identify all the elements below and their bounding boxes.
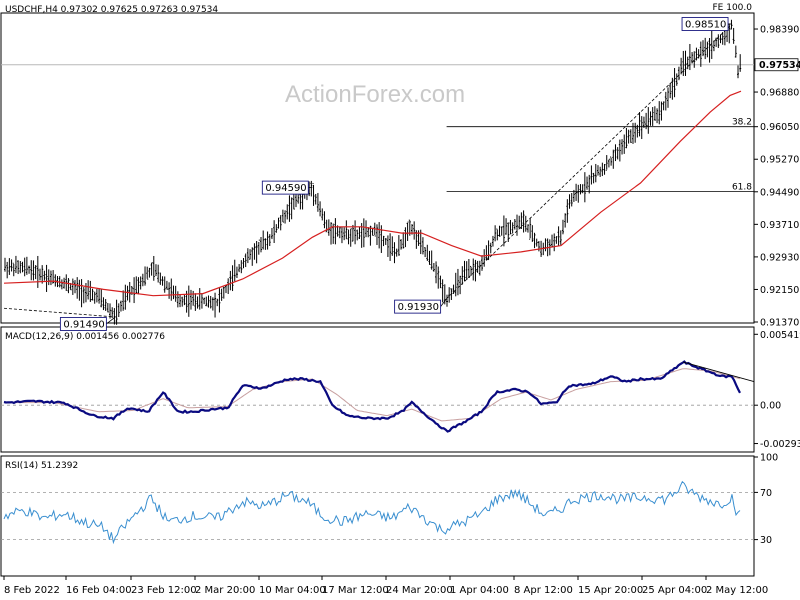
x-tick-label-10: 25 Apr 04:00 bbox=[642, 585, 707, 596]
x-tick-label-4: 10 Mar 04:00 bbox=[259, 585, 326, 596]
rsi-panel-frame bbox=[0, 455, 755, 577]
x-tick-label-5: 17 Mar 12:00 bbox=[322, 585, 389, 596]
x-tick-label-9: 15 Apr 20:00 bbox=[578, 585, 643, 596]
price-tick-label-8: 0.91370 bbox=[760, 318, 799, 329]
price-tick-label-5: 0.93710 bbox=[760, 220, 799, 231]
price-tick-label-6: 0.92930 bbox=[760, 252, 799, 263]
fib-label-2: 61.8 bbox=[732, 182, 752, 192]
macd-tick-label-2: -0.00293 bbox=[760, 439, 800, 450]
price-tick-label-2: 0.96050 bbox=[760, 122, 799, 133]
fib-label-1: 38.2 bbox=[732, 118, 752, 128]
rsi-layer bbox=[1, 480, 754, 545]
watermark: ActionForex.com bbox=[285, 81, 465, 108]
x-tick-label-8: 8 Apr 12:00 bbox=[514, 585, 573, 596]
price-trend-lines bbox=[3, 23, 733, 318]
rsi-y-axis: 100 70 30 bbox=[754, 453, 778, 546]
price-bars bbox=[3, 19, 742, 325]
price-tick-label-1: 0.96880 bbox=[760, 88, 799, 99]
chart-canvas: ActionForex.com USDCHF,H4 0.97302 0.9762… bbox=[0, 3, 800, 596]
x-tick-label-3: 2 Mar 20:00 bbox=[195, 585, 255, 596]
annotation-label-0: 0.98510 bbox=[685, 20, 726, 31]
rsi-line bbox=[3, 480, 741, 545]
x-tick-label-6: 24 Mar 20:00 bbox=[386, 585, 453, 596]
price-tick-label-3: 0.95270 bbox=[760, 155, 799, 166]
price-tick-label-0: 0.98390 bbox=[760, 25, 799, 36]
price-tick-label-4: 0.94490 bbox=[760, 187, 799, 198]
macd-tick-label-1: 0.00 bbox=[760, 401, 781, 412]
macd-panel-title: MACD(12,26,9) 0.001456 0.002776 bbox=[5, 332, 165, 342]
x-tick-label-2: 23 Feb 12:00 bbox=[131, 585, 197, 596]
current-price-label: 0.97534 bbox=[759, 60, 800, 71]
rsi-panel-title: RSI(14) 51.2392 bbox=[5, 461, 78, 471]
x-tick-label-1: 16 Feb 04:00 bbox=[66, 585, 132, 596]
price-tick-label-7: 0.92150 bbox=[760, 285, 799, 296]
fib-label-0: FE 100.0 bbox=[713, 3, 753, 13]
annotation-label-2: 0.91930 bbox=[398, 302, 439, 313]
price-panel-title: USDCHF,H4 0.97302 0.97625 0.97263 0.9753… bbox=[5, 5, 218, 15]
annotation-pointer-2 bbox=[440, 298, 447, 307]
rsi-tick-label-0: 100 bbox=[760, 453, 778, 464]
x-tick-label-11: 2 May 12:00 bbox=[706, 585, 768, 596]
annotation-label-1: 0.94590 bbox=[265, 183, 306, 194]
macd-trend-line bbox=[683, 361, 755, 383]
annotation-label-3: 0.91490 bbox=[63, 319, 104, 330]
x-axis: 8 Feb 2022 16 Feb 04:00 23 Feb 12:002 Mar … bbox=[3, 576, 768, 596]
rsi-tick-label-1: 70 bbox=[760, 488, 772, 499]
macd-y-axis: 0.005419 0.00 -0.00293 bbox=[754, 330, 800, 450]
price-y-axis: 0.98390 0.96880 0.96050 0.95270 0.94490 0.937… bbox=[754, 25, 800, 329]
macd-signal-line bbox=[4, 368, 741, 422]
price-panel-frame bbox=[0, 12, 755, 324]
x-tick-label-7: 1 Apr 04:00 bbox=[450, 585, 509, 596]
support-trend-line bbox=[3, 307, 116, 318]
macd-tick-label-0: 0.005419 bbox=[760, 330, 800, 341]
fibonacci-levels: FE 100.0 38.2 61.8 bbox=[446, 3, 754, 192]
rsi-tick-label-2: 30 bbox=[760, 535, 772, 546]
macd-line bbox=[3, 360, 741, 433]
macd-layer bbox=[1, 360, 755, 433]
macd-panel-frame bbox=[0, 326, 755, 453]
x-tick-label-0: 8 Feb 2022 bbox=[4, 585, 60, 596]
